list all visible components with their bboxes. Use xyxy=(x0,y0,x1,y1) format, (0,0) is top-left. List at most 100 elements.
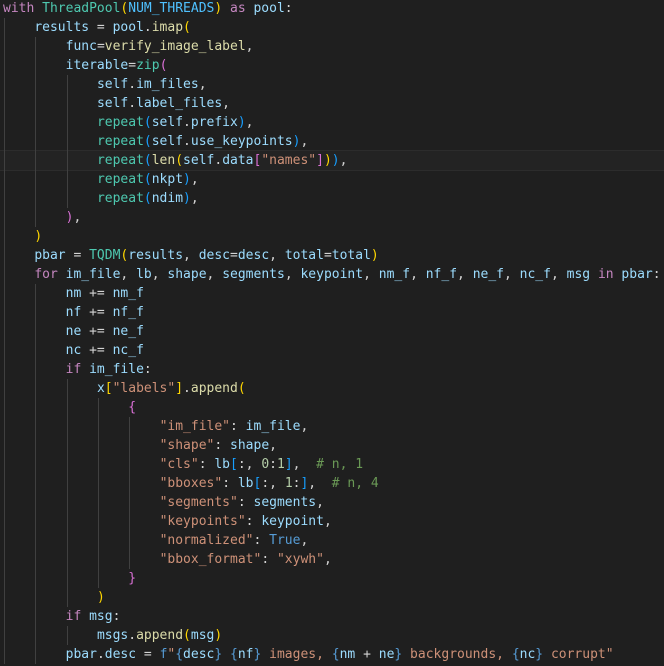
code-line[interactable]: nc += nc_f xyxy=(0,341,664,360)
code-line[interactable]: nm += nm_f xyxy=(0,284,664,303)
bracket-token: ) xyxy=(237,115,246,130)
punctuation-token: , xyxy=(190,172,199,187)
keyword-token: True xyxy=(269,533,301,548)
identifier-token: data xyxy=(222,153,254,168)
code-line[interactable]: self.im_files, xyxy=(0,75,664,94)
code-line[interactable]: repeat(len(self.data["names"])), xyxy=(0,150,664,171)
punctuation-token: += xyxy=(81,286,113,301)
identifier-token: lb xyxy=(214,457,231,472)
code-line[interactable]: if msg: xyxy=(0,607,664,626)
code-line[interactable]: with ThreadPool(NUM_THREADS) as pool: xyxy=(0,0,664,18)
code-line[interactable]: "segments": segments, xyxy=(0,493,664,512)
identifier-token: ne_f xyxy=(472,267,504,282)
comment-token: # n, 4 xyxy=(331,476,379,491)
identifier-token: results xyxy=(34,20,90,35)
code-line[interactable]: } xyxy=(0,569,664,588)
code-line[interactable]: repeat(ndim), xyxy=(0,189,664,208)
code-line[interactable]: self.label_files, xyxy=(0,94,664,113)
punctuation-token: : xyxy=(652,267,661,282)
punctuation-token: : xyxy=(214,438,231,453)
punctuation-token: :, xyxy=(237,457,262,472)
punctuation-token xyxy=(590,267,598,282)
punctuation-token: , xyxy=(198,77,207,92)
code-editor[interactable]: with ThreadPool(NUM_THREADS) as pool: res… xyxy=(0,0,664,666)
identifier-token: nm xyxy=(65,286,82,301)
code-line[interactable]: repeat(self.use_keypoints), xyxy=(0,132,664,151)
code-line[interactable]: "bboxes": lb[:, 1:], # n, 4 xyxy=(0,474,664,493)
punctuation-token: , xyxy=(190,191,199,206)
code-line[interactable]: repeat(self.prefix), xyxy=(0,113,664,132)
code-line[interactable]: for im_file, lb, shape, segments, keypoi… xyxy=(0,265,664,284)
code-line[interactable]: msgs.append(msg) xyxy=(0,626,664,645)
bracket-token: ( xyxy=(237,381,246,396)
bracket-token: ( xyxy=(143,153,152,168)
identifier-token: iterable xyxy=(65,58,129,73)
identifier-token: im_file xyxy=(245,419,301,434)
number-token: 1 xyxy=(284,476,293,491)
identifier-token: pool xyxy=(112,20,144,35)
code-line[interactable]: { xyxy=(0,398,664,417)
punctuation-token: : xyxy=(237,495,254,510)
code-line[interactable]: ) xyxy=(0,227,664,246)
code-line[interactable]: "cls": lb[:, 0:1], # n, 1 xyxy=(0,455,664,474)
string-token: "bbox_format" xyxy=(159,552,262,567)
code-line[interactable]: "bbox_format": "xywh", xyxy=(0,550,664,569)
punctuation-token: , xyxy=(292,457,317,472)
punctuation-token: : xyxy=(198,457,215,472)
string-token: "names" xyxy=(261,153,317,168)
string-token: "keypoints" xyxy=(159,514,246,529)
bracket-token: { xyxy=(128,400,137,415)
identifier-token: ne xyxy=(378,647,395,662)
identifier-token: label_files xyxy=(136,96,223,111)
identifier-token: func xyxy=(65,39,97,54)
code-line[interactable]: "im_file": im_file, xyxy=(0,417,664,436)
identifier-token: nc xyxy=(65,343,82,358)
keyword-token: if xyxy=(65,609,82,624)
code-line[interactable]: iterable=zip( xyxy=(0,56,664,75)
indent-guide xyxy=(35,284,36,664)
code-line[interactable]: x["labels"].append( xyxy=(0,379,664,398)
code-line[interactable]: ) xyxy=(0,588,664,607)
punctuation-token: . xyxy=(96,647,105,662)
punctuation-token: . xyxy=(128,96,137,111)
identifier-token: nc xyxy=(519,647,536,662)
code-line[interactable]: repeat(nkpt), xyxy=(0,170,664,189)
punctuation-token xyxy=(58,267,66,282)
punctuation-token: , xyxy=(245,115,254,130)
code-line[interactable]: results = pool.imap( xyxy=(0,18,664,37)
punctuation-token: . xyxy=(183,381,191,396)
punctuation-token: , xyxy=(550,267,567,282)
punctuation-token: . xyxy=(183,115,191,130)
identifier-token: nm xyxy=(339,647,356,662)
bracket-token: [ xyxy=(230,457,238,472)
bracket-token: ( xyxy=(159,58,168,73)
code-line[interactable]: ), xyxy=(0,208,664,227)
identifier-token: nc_f xyxy=(112,343,144,358)
code-line[interactable]: "keypoints": keypoint, xyxy=(0,512,664,531)
code-line[interactable]: pbar.desc = f"{desc} {nf} images, {nm + … xyxy=(0,645,664,664)
identifier-token: ne xyxy=(65,324,82,339)
punctuation-token: . xyxy=(128,77,137,92)
keyword-token: { xyxy=(230,647,238,662)
punctuation-token: += xyxy=(81,324,113,339)
string-token: "shape" xyxy=(159,438,215,453)
code-line[interactable]: "shape": shape, xyxy=(0,436,664,455)
identifier-token: nc_f xyxy=(519,267,551,282)
code-line[interactable]: nf += nf_f xyxy=(0,303,664,322)
code-line[interactable]: pbar = TQDM(results, desc=desc, total=to… xyxy=(0,246,664,265)
identifier-token: desc xyxy=(104,647,137,662)
punctuation-token: : xyxy=(261,552,277,567)
string-token: backgrounds, xyxy=(402,647,512,662)
code-line[interactable]: func=verify_image_label, xyxy=(0,37,664,56)
identifier-token: msg xyxy=(190,628,215,643)
class-token: zip xyxy=(136,58,160,73)
punctuation-token: = xyxy=(136,647,160,662)
punctuation-token: , xyxy=(457,267,473,282)
code-line[interactable]: ne += ne_f xyxy=(0,322,664,341)
bracket-token: ) xyxy=(214,1,223,16)
keyword-token: as xyxy=(230,1,246,16)
code-line[interactable]: "normalized": True, xyxy=(0,531,664,550)
keyword-token: { xyxy=(511,647,520,662)
string-token: "im_file" xyxy=(159,419,231,434)
code-line[interactable]: if im_file: xyxy=(0,360,664,379)
